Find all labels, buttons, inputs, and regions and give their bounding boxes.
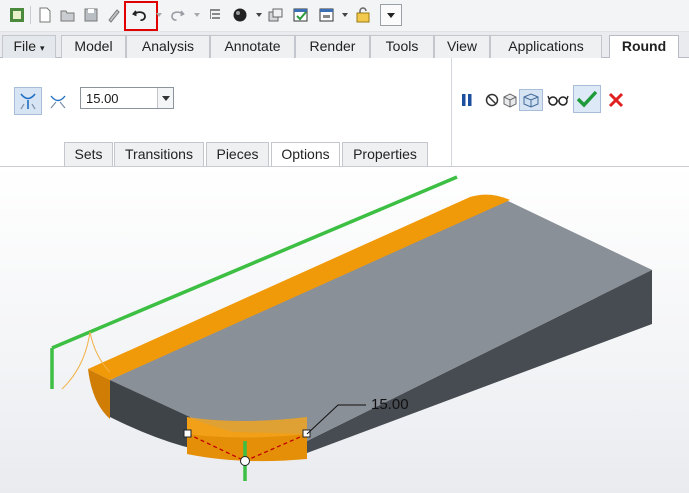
new-icon[interactable] [35, 5, 55, 25]
cancel-button[interactable] [605, 89, 627, 111]
tab-file[interactable]: File ▾ [2, 35, 56, 58]
radius-dropdown-icon[interactable] [157, 88, 173, 108]
subtab-sets[interactable]: Sets [64, 142, 113, 166]
round-handle-left[interactable] [183, 429, 192, 438]
graphics-viewport[interactable]: 15.00 [0, 167, 689, 493]
chevron-down-icon: ▾ [39, 43, 45, 53]
radius-drag-handle[interactable] [240, 456, 250, 466]
switch-window-icon[interactable] [317, 5, 337, 25]
app-icon[interactable] [7, 5, 27, 25]
chamfer-round-icon[interactable] [44, 87, 72, 115]
constant-round-icon[interactable] [14, 87, 42, 115]
windows-icon[interactable] [266, 5, 286, 25]
radius-value[interactable]: 15.00 [86, 91, 119, 106]
separator [30, 6, 31, 24]
appearance-icon[interactable] [230, 5, 250, 25]
radius-dimension-label[interactable]: 15.00 [371, 396, 409, 413]
tab-analysis[interactable]: Analysis [126, 35, 210, 58]
subtab-pieces[interactable]: Pieces [206, 142, 269, 166]
no-preview-icon[interactable] [483, 91, 500, 109]
model-tree-icon[interactable] [205, 5, 225, 25]
tab-tools[interactable]: Tools [370, 35, 434, 58]
glasses-icon[interactable] [546, 91, 570, 109]
tab-file-label: File [13, 38, 37, 54]
ribbon-tab-bar: File ▾ Model Analysis Annotate Render To… [0, 32, 689, 59]
tab-round[interactable]: Round [609, 35, 679, 59]
activate-window-icon[interactable] [291, 5, 311, 25]
save-icon[interactable] [81, 5, 101, 25]
regenerate-icon[interactable] [104, 5, 124, 25]
subtab-transitions[interactable]: Transitions [114, 142, 204, 166]
undo-dropdown-icon[interactable] [156, 13, 162, 17]
close-window-icon[interactable] [353, 5, 373, 25]
redo-icon[interactable] [167, 5, 187, 25]
verify-mode-icon[interactable] [519, 89, 543, 111]
round-dashboard: 15.00 Sets Transitions Pieces Options Pr… [0, 58, 689, 167]
appearance-dropdown-icon[interactable] [256, 13, 262, 17]
model-view[interactable] [0, 167, 689, 493]
switch-window-dropdown-icon[interactable] [342, 13, 348, 17]
round-handle-right[interactable] [302, 429, 311, 438]
tab-view[interactable]: View [434, 35, 490, 58]
separator [451, 58, 452, 166]
tab-render[interactable]: Render [295, 35, 370, 58]
undo-icon[interactable] [130, 5, 150, 25]
tab-annotate[interactable]: Annotate [210, 35, 295, 58]
more-icon[interactable] [380, 4, 402, 26]
attached-preview-icon[interactable] [501, 91, 518, 109]
radius-combo[interactable]: 15.00 [80, 87, 174, 109]
quick-access-toolbar [0, 0, 689, 32]
redo-dropdown-icon[interactable] [194, 13, 200, 17]
pause-icon[interactable] [459, 91, 475, 109]
subtab-properties[interactable]: Properties [342, 142, 428, 166]
tab-model[interactable]: Model [61, 35, 126, 58]
open-icon[interactable] [58, 5, 78, 25]
subtab-options[interactable]: Options [271, 142, 340, 166]
ok-button[interactable] [573, 85, 601, 113]
tab-applications[interactable]: Applications [490, 35, 602, 58]
